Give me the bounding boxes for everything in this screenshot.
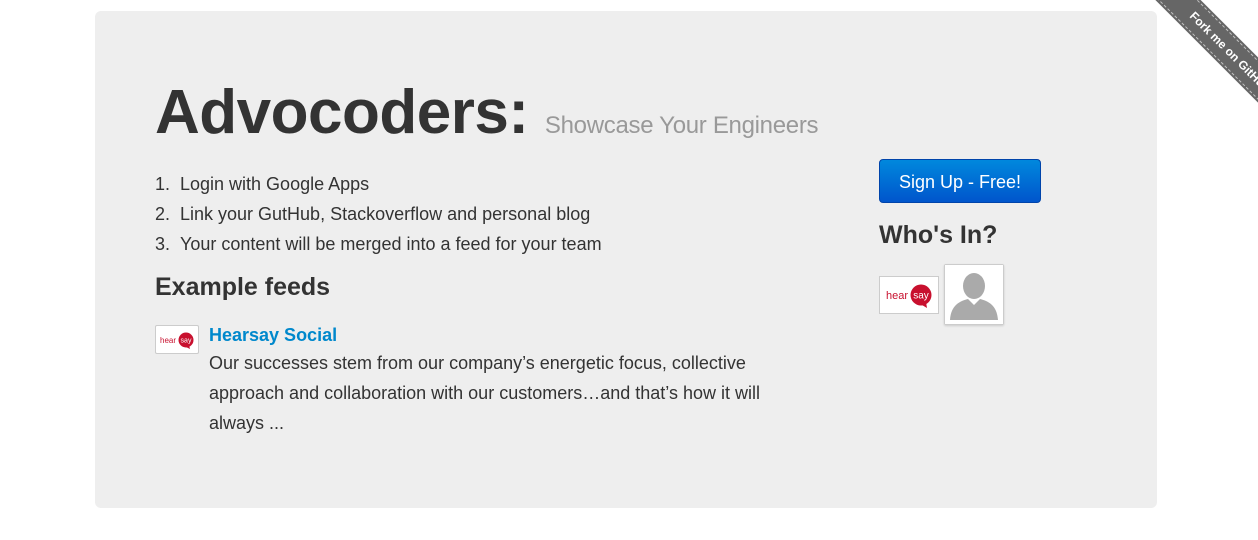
step-number: 2.: [155, 204, 171, 224]
steps-list: 1. Login with Google Apps 2. Link your Gut…: [155, 169, 602, 259]
page-title: Advocoders:: [155, 78, 529, 147]
hearsay-logo-icon: hear say: [160, 332, 194, 349]
logo-text-hear: hear: [886, 290, 908, 302]
member-hearsay-logo[interactable]: hear say: [879, 276, 939, 314]
logo-text-say: say: [913, 291, 929, 302]
step-number: 3.: [155, 234, 171, 254]
step-item: 2. Link your GutHub, Stackoverflow and pe…: [155, 199, 602, 229]
signup-button[interactable]: Sign Up - Free!: [879, 159, 1041, 203]
sidebar: Sign Up - Free! Who's In? hear say: [879, 159, 1041, 326]
hearsay-logo[interactable]: hear say: [155, 325, 199, 354]
member-avatar[interactable]: [944, 264, 1004, 325]
title-row: Advocoders: Showcase Your Engineers: [155, 77, 819, 148]
hearsay-logo-icon: hear say: [886, 284, 932, 308]
logo-text-say: say: [181, 337, 192, 344]
logo-text-hear: hear: [160, 336, 176, 345]
step-item: 3. Your content will be merged into a fee…: [155, 229, 602, 259]
step-number: 1.: [155, 174, 171, 194]
github-ribbon: Fork me on GitHub: [1108, 0, 1258, 150]
page-subtitle: Showcase Your Engineers: [544, 112, 819, 139]
step-item: 1. Login with Google Apps: [155, 169, 602, 199]
feed-excerpt: Our successes stem from our company’s en…: [209, 353, 760, 433]
step-text: Your content will be merged into a feed …: [180, 234, 602, 254]
person-icon: [945, 265, 1003, 324]
step-text: Login with Google Apps: [180, 174, 370, 194]
hero-unit: Advocoders: Showcase Your Engineers 1. Lo…: [95, 11, 1157, 508]
feed-title-link[interactable]: Hearsay Social: [209, 324, 337, 346]
example-feeds-heading: Example feeds: [155, 273, 331, 301]
whos-in-heading: Who's In?: [879, 221, 998, 249]
fork-on-github-link[interactable]: Fork me on GitHub: [1149, 0, 1258, 133]
step-text: Link your GutHub, Stackoverflow and pers…: [180, 204, 591, 224]
members-list: hear say: [879, 264, 1041, 326]
